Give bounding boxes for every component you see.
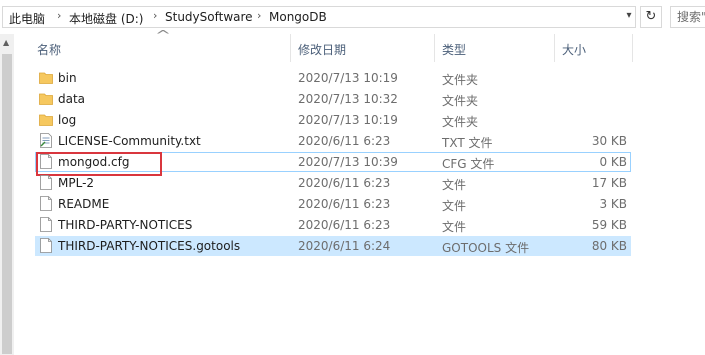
file-type: 文件: [442, 199, 467, 213]
breadcrumb-studysoftware[interactable]: StudySoftware: [165, 10, 253, 24]
chevron-right-icon[interactable]: ›: [153, 9, 157, 22]
file-size: 3 KB: [599, 197, 627, 211]
column-divider[interactable]: [434, 34, 435, 62]
column-divider[interactable]: [554, 34, 555, 62]
breadcrumb[interactable]: 此电脑 › 本地磁盘 (D:) › StudySoftware › MongoD…: [2, 6, 636, 28]
file-date: 2020/6/11 6:23: [298, 218, 391, 232]
search-input[interactable]: 搜索"MongoDB": [670, 6, 705, 28]
file-name: data: [58, 92, 86, 106]
refresh-icon: ↻: [645, 9, 657, 24]
file-name: log: [58, 113, 77, 127]
file-type: GOTOOLS 文件: [442, 241, 530, 255]
file-name: bin: [58, 71, 77, 85]
column-header-date[interactable]: 修改日期: [298, 41, 346, 58]
file-row-data[interactable]: data 2020/7/13 10:32 文件夹: [35, 89, 631, 109]
sort-ascending-icon: ^: [154, 28, 172, 42]
address-bar: 此电脑 › 本地磁盘 (D:) › StudySoftware › MongoD…: [0, 0, 705, 34]
file-type: 文件夹: [442, 94, 479, 108]
file-name: MPL-2: [58, 176, 95, 190]
file-size: 30 KB: [591, 134, 627, 148]
file-type: CFG 文件: [442, 157, 495, 171]
file-row-log[interactable]: log 2020/7/13 10:19 文件夹: [35, 110, 631, 130]
file-row-bin[interactable]: bin 2020/7/13 10:19 文件夹: [35, 68, 631, 88]
file-date: 2020/6/11 6:23: [298, 134, 391, 148]
column-header-type[interactable]: 类型: [442, 41, 466, 58]
file-size: 80 KB: [591, 239, 627, 253]
refresh-button[interactable]: ↻: [640, 6, 662, 28]
file-name: THIRD-PARTY-NOTICES: [58, 218, 193, 232]
file-icon: [40, 238, 52, 253]
column-divider[interactable]: [632, 34, 633, 62]
file-row-mpl2[interactable]: MPL-2 2020/6/11 6:23 文件 17 KB: [35, 173, 631, 193]
file-date: 2020/7/13 10:32: [298, 92, 398, 106]
file-icon: [40, 196, 52, 211]
chevron-down-icon[interactable]: ▾: [621, 10, 637, 26]
file-type: TXT 文件: [442, 136, 493, 150]
file-type: 文件: [442, 220, 467, 234]
file-icon: [40, 175, 52, 190]
file-date: 2020/7/13 10:19: [298, 113, 398, 127]
folder-icon: [39, 93, 53, 105]
file-size: 59 KB: [591, 218, 627, 232]
file-row-third-party-notices-gotools[interactable]: THIRD-PARTY-NOTICES.gotools 2020/6/11 6:…: [35, 236, 631, 256]
file-size: 0 KB: [599, 155, 627, 169]
file-date: 2020/6/11 6:23: [298, 176, 391, 190]
scrollbar-thumb[interactable]: [2, 54, 12, 354]
file-row-license[interactable]: LICENSE-Community.txt 2020/6/11 6:23 TXT…: [35, 131, 631, 151]
breadcrumb-this-pc[interactable]: 此电脑: [9, 10, 45, 27]
breadcrumb-mongodb[interactable]: MongoDB: [269, 10, 327, 24]
file-name: README: [58, 197, 110, 211]
file-row-readme[interactable]: README 2020/6/11 6:23 文件 3 KB: [35, 194, 631, 214]
file-type: 文件: [442, 178, 467, 192]
file-type: 文件夹: [442, 73, 479, 87]
scroll-up-icon[interactable]: ▲: [3, 38, 9, 47]
column-header: ^ 名称 修改日期 类型 大小: [14, 28, 705, 62]
chevron-right-icon[interactable]: ›: [257, 9, 261, 22]
breadcrumb-local-disk[interactable]: 本地磁盘 (D:): [69, 10, 143, 27]
file-date: 2020/6/11 6:24: [298, 239, 391, 253]
chevron-right-icon[interactable]: ›: [57, 9, 61, 22]
text-file-icon: [40, 133, 52, 148]
folder-icon: [39, 114, 53, 126]
column-header-name[interactable]: 名称: [37, 41, 61, 58]
file-date: 2020/7/13 10:19: [298, 71, 398, 85]
file-name: THIRD-PARTY-NOTICES.gotools: [58, 239, 241, 253]
file-date: 2020/7/13 10:39: [298, 155, 398, 169]
file-icon: [40, 217, 52, 232]
column-header-size[interactable]: 大小: [562, 41, 586, 58]
file-name: LICENSE-Community.txt: [58, 134, 201, 148]
navigation-pane-scrollbar[interactable]: ▲: [0, 34, 14, 355]
file-row-third-party-notices[interactable]: THIRD-PARTY-NOTICES 2020/6/11 6:23 文件 59…: [35, 215, 631, 235]
file-type: 文件夹: [442, 115, 479, 129]
file-date: 2020/6/11 6:23: [298, 197, 391, 211]
file-size: 17 KB: [591, 176, 627, 190]
column-divider[interactable]: [290, 34, 291, 62]
folder-icon: [39, 72, 53, 84]
